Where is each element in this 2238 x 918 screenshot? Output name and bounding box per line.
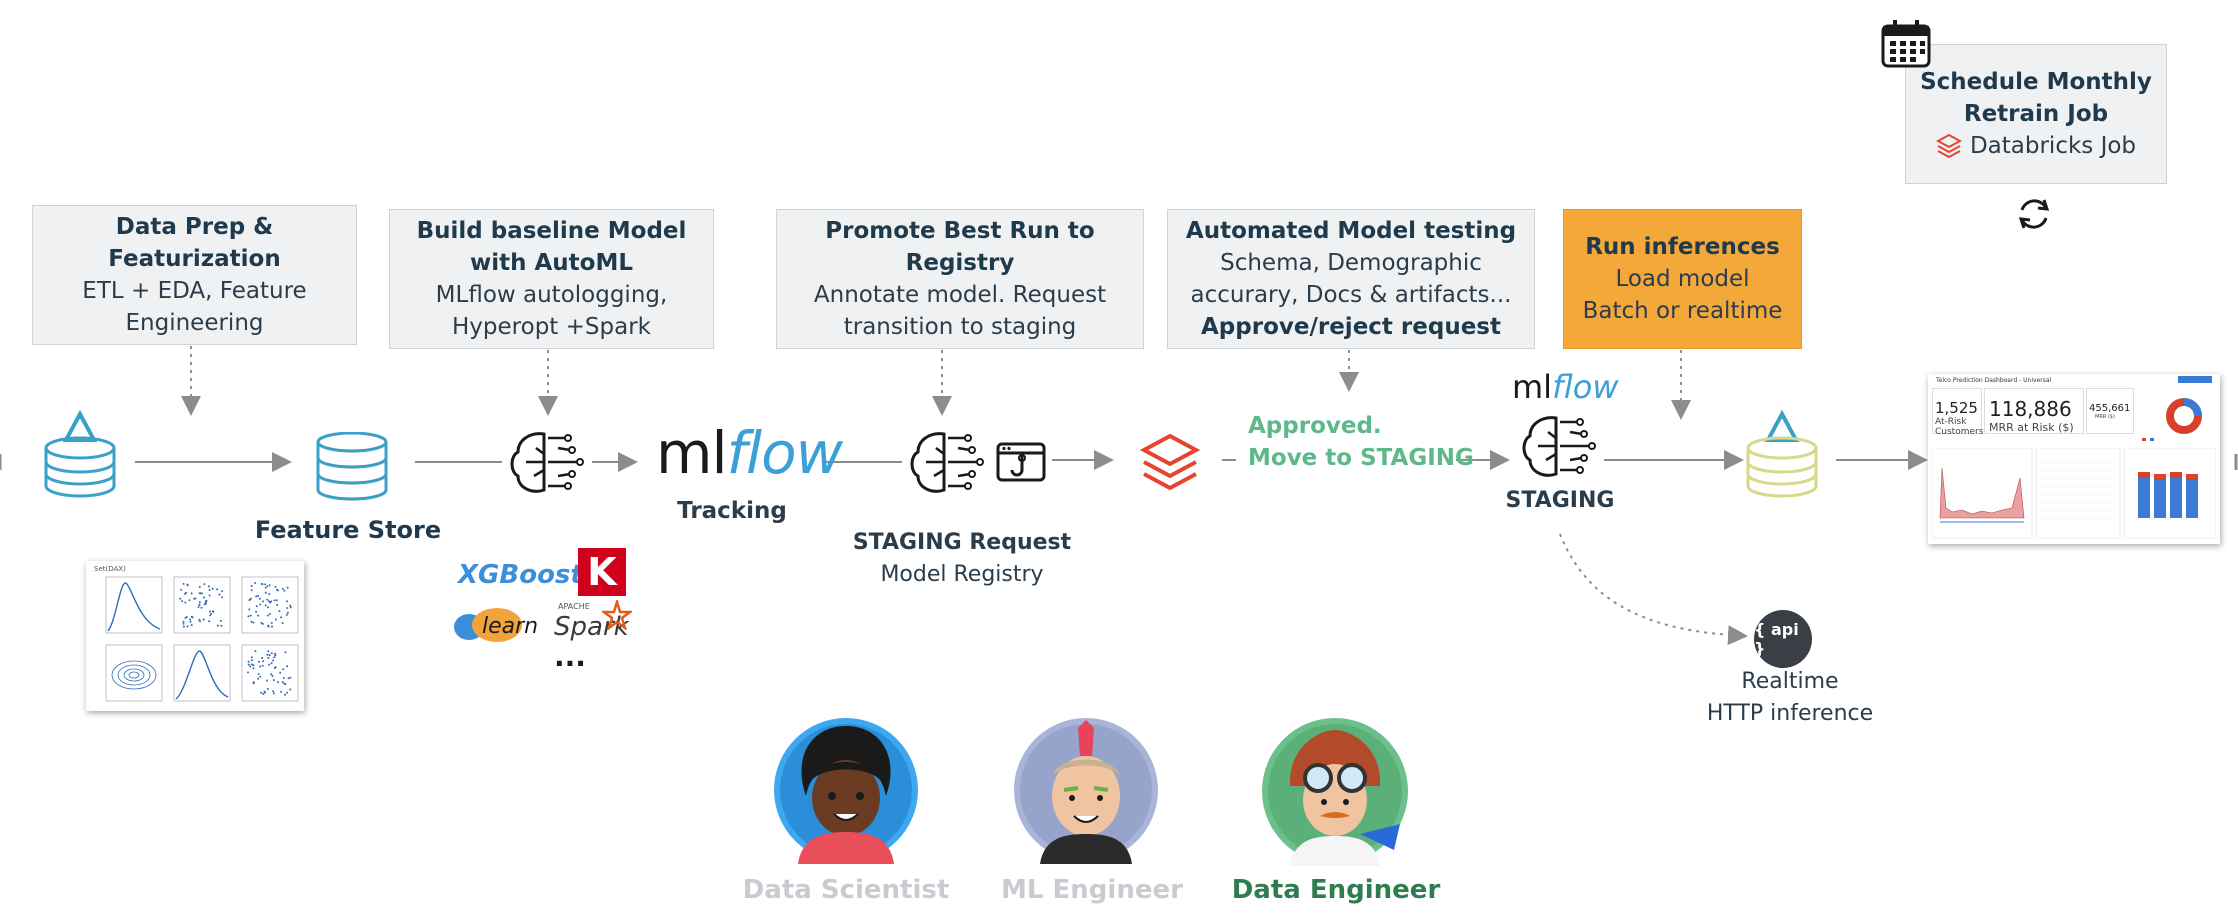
job-label: Databricks Job xyxy=(1969,133,2137,159)
mlflow-ml: ml xyxy=(1512,368,1553,406)
step-data-prep: Data Prep & Featurization ETL + EDA, Fea… xyxy=(32,205,357,345)
step-subtitle: MLflow autologging, Hyperopt +Spark xyxy=(435,282,668,340)
step-title: Automated Model testing xyxy=(1185,218,1517,244)
brain-deployed-icon xyxy=(1522,416,1596,477)
step-title: Run inferences xyxy=(1585,234,1780,260)
step-title: Build baseline Model with AutoML xyxy=(416,218,687,276)
tracking-label: Tracking xyxy=(677,498,787,524)
kpi3-label: MRR ($) xyxy=(2095,414,2115,420)
step-subtitle: Schema, Demographic accurary, Docs & art… xyxy=(1190,250,1512,308)
job-row: Databricks Job xyxy=(1935,130,2137,162)
dashboard-thumbnail: Telco Prediction Dashboard - Universal 1… xyxy=(1928,374,2220,544)
step-retrain-job: Schedule Monthly Retrain Job Databricks … xyxy=(1905,44,2167,184)
xgboost-logo: XGBoost xyxy=(458,560,583,590)
approved-text: Approved. Move to STAGING xyxy=(1248,410,1474,474)
mlflow-logo: mlflow xyxy=(656,419,843,487)
delta-lake-icon xyxy=(44,410,116,498)
mlflow-logo-small: mlflow xyxy=(1512,368,1618,406)
persona-data-scientist: Data Scientist xyxy=(742,875,950,905)
step-run-inferences: Run inferences Load model Batch or realt… xyxy=(1563,209,1802,349)
sklearn-text: learn xyxy=(482,614,539,639)
realtime-line2: HTTP inference xyxy=(1706,701,1874,726)
feature-store-icon xyxy=(316,432,388,501)
databricks-job-icon xyxy=(1935,133,1962,159)
plot-title: Set(DAX) xyxy=(94,565,126,573)
approved-line1: Approved. xyxy=(1248,413,1382,439)
staging-request-label: STAGING Request xyxy=(852,530,1072,555)
realtime-line1: Realtime xyxy=(1741,669,1839,694)
step-subtitle: Annotate model. Request transition to st… xyxy=(813,282,1107,340)
sklearn-logo: learn xyxy=(452,604,539,644)
dashboard-title: Telco Prediction Dashboard - Universal xyxy=(1936,377,2052,384)
keras-logo: K xyxy=(578,548,626,596)
kpi3-value: 455,661 xyxy=(2089,403,2131,414)
data-engineer-avatar xyxy=(1262,718,1408,866)
spark-apache: APACHE xyxy=(558,602,590,611)
refresh-icon xyxy=(2018,199,2050,229)
step-title: Promote Best Run to Registry xyxy=(825,218,1095,276)
pairplot-graphic xyxy=(105,576,299,702)
databricks-icon xyxy=(1140,433,1200,491)
more-libraries: ... xyxy=(554,640,586,673)
spark-star-icon xyxy=(602,600,632,630)
feature-store-label: Feature Store xyxy=(254,516,442,544)
staging-label: STAGING xyxy=(1505,488,1615,513)
model-registry-label: Model Registry xyxy=(880,562,1044,587)
api-icon: { api } xyxy=(1754,610,1812,668)
brain-staging-icon xyxy=(910,432,984,493)
eda-plot-thumbnail: Set(DAX) xyxy=(86,561,304,711)
mlflow-ml: ml xyxy=(656,419,728,487)
mlflow-flow: flow xyxy=(1552,368,1619,406)
kpi2-label: MRR at Risk ($) xyxy=(1989,421,2074,434)
dashboard-donut xyxy=(2142,398,2202,441)
kpi1-label: At-Risk Customers xyxy=(1935,417,1984,437)
step-title: Schedule Monthly Retrain Job xyxy=(1920,69,2152,127)
kpi2-value: 118,886 xyxy=(1989,397,2072,421)
ml-engineer-avatar xyxy=(1014,718,1158,864)
step-testing: Automated Model testing Schema, Demograp… xyxy=(1167,209,1535,349)
step-promote: Promote Best Run to Registry Annotate mo… xyxy=(776,209,1144,349)
step-title: Data Prep & Featurization xyxy=(108,214,281,272)
delta-lake-output-icon xyxy=(1746,410,1818,498)
data-scientist-avatar xyxy=(774,718,918,864)
brain-icon xyxy=(510,432,584,493)
kpi1-value: 1,525 xyxy=(1935,399,1978,417)
api-text: { api } xyxy=(1754,620,1799,658)
step-bold-note: Approve/reject request xyxy=(1201,314,1501,340)
step-automl: Build baseline Model with AutoML MLflow … xyxy=(389,209,714,349)
persona-data-engineer: Data Engineer xyxy=(1231,875,1441,905)
dotted-api xyxy=(1559,533,1748,646)
approved-line2: Move to STAGING xyxy=(1248,445,1474,471)
step-subtitle: Load model Batch or realtime xyxy=(1582,266,1783,324)
mlflow-flow: flow xyxy=(726,419,843,487)
webhook-icon xyxy=(996,442,1046,482)
dashboard-charts xyxy=(1932,448,2216,539)
persona-ml-engineer: ML Engineer xyxy=(1001,875,1183,905)
realtime-label: Realtime HTTP inference xyxy=(1690,666,1890,730)
step-subtitle: ETL + EDA, Feature Engineering xyxy=(82,278,307,336)
calendar-icon xyxy=(1881,20,1931,68)
